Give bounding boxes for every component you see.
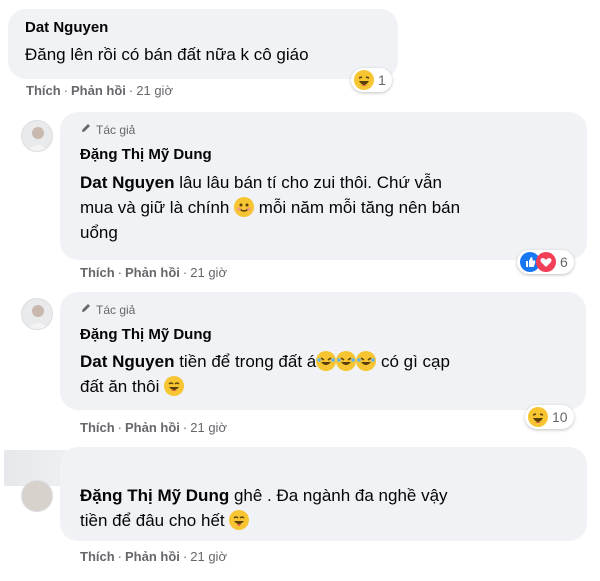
reaction-count: 1 bbox=[378, 72, 386, 88]
badge-label: Tác giả bbox=[96, 302, 136, 317]
comment-bubble: Đặng Thị Mỹ Dung ghê . Đa ngành đa nghề … bbox=[60, 447, 587, 541]
like-link[interactable]: Thích bbox=[26, 83, 61, 98]
comment-author-name[interactable]: Đặng Thị Mỹ Dung bbox=[80, 146, 212, 163]
timestamp[interactable]: 21 giờ bbox=[190, 265, 227, 280]
pencil-icon bbox=[80, 302, 92, 317]
comment-author-name[interactable]: Dat Nguyen bbox=[25, 19, 108, 36]
mention-link[interactable]: Đặng Thị Mỹ Dung bbox=[80, 486, 229, 505]
haha-icon bbox=[354, 70, 374, 90]
reply-link[interactable]: Phản hồi bbox=[125, 265, 180, 280]
comment-bubble: Tác giả Đặng Thị Mỹ Dung Dat Nguyen lâu … bbox=[60, 112, 587, 260]
tongue-emoji-icon bbox=[229, 510, 250, 530]
comment-text: Đặng Thị Mỹ Dung ghê . Đa ngành đa nghề … bbox=[80, 486, 448, 530]
reaction-summary[interactable]: 10 bbox=[525, 405, 574, 429]
timestamp[interactable]: 21 giờ bbox=[136, 83, 173, 98]
comment-actions: Thích · Phản hồi · 21 giờ bbox=[80, 549, 227, 564]
avatar[interactable] bbox=[21, 120, 53, 152]
reply-link[interactable]: Phản hồi bbox=[71, 83, 126, 98]
comment-author-name[interactable]: Đặng Thị Mỹ Dung bbox=[80, 326, 212, 343]
timestamp[interactable]: 21 giờ bbox=[190, 420, 227, 435]
avatar[interactable] bbox=[21, 480, 53, 512]
reaction-summary[interactable]: 1 bbox=[351, 68, 392, 92]
reaction-count: 10 bbox=[552, 409, 568, 425]
like-link[interactable]: Thích bbox=[80, 420, 115, 435]
badge-label: Tác giả bbox=[96, 122, 136, 137]
love-icon bbox=[536, 252, 556, 272]
like-link[interactable]: Thích bbox=[80, 549, 115, 564]
timestamp[interactable]: 21 giờ bbox=[190, 549, 227, 564]
reply-link[interactable]: Phản hồi bbox=[125, 549, 180, 564]
reply-link[interactable]: Phản hồi bbox=[125, 420, 180, 435]
rofl-emoji-icon bbox=[356, 351, 377, 371]
mention-link[interactable]: Dat Nguyen bbox=[80, 352, 174, 371]
rofl-emoji-icon bbox=[336, 351, 357, 371]
comment-text: Dat Nguyen lâu lâu bán tí cho zui thôi. … bbox=[80, 173, 461, 242]
author-badge: Tác giả bbox=[80, 302, 135, 317]
reaction-count: 6 bbox=[560, 254, 568, 270]
smile-emoji-icon bbox=[234, 197, 255, 217]
pencil-icon bbox=[80, 122, 92, 137]
comment-text: Dat Nguyen tiền để trong đất á có gì cạp… bbox=[80, 351, 450, 396]
reaction-summary[interactable]: 6 bbox=[517, 250, 574, 274]
comment-bubble: Dat Nguyen Đăng lên rồi có bán đất nữa k… bbox=[8, 9, 398, 79]
avatar[interactable] bbox=[21, 298, 53, 330]
comment-actions: Thích · Phản hồi · 21 giờ bbox=[26, 83, 173, 98]
grin-emoji-icon bbox=[164, 376, 185, 396]
like-link[interactable]: Thích bbox=[80, 265, 115, 280]
comment-actions: Thích · Phản hồi · 21 giờ bbox=[80, 420, 227, 435]
comment-bubble: Tác giả Đặng Thị Mỹ Dung Dat Nguyen tiền… bbox=[60, 292, 586, 410]
comment-text: Đăng lên rồi có bán đất nữa k cô giáo bbox=[25, 45, 309, 64]
mention-link[interactable]: Dat Nguyen bbox=[80, 173, 174, 192]
rofl-emoji-icon bbox=[316, 351, 337, 371]
author-badge: Tác giả bbox=[80, 122, 135, 137]
haha-icon bbox=[528, 407, 548, 427]
comment-actions: Thích · Phản hồi · 21 giờ bbox=[80, 265, 227, 280]
